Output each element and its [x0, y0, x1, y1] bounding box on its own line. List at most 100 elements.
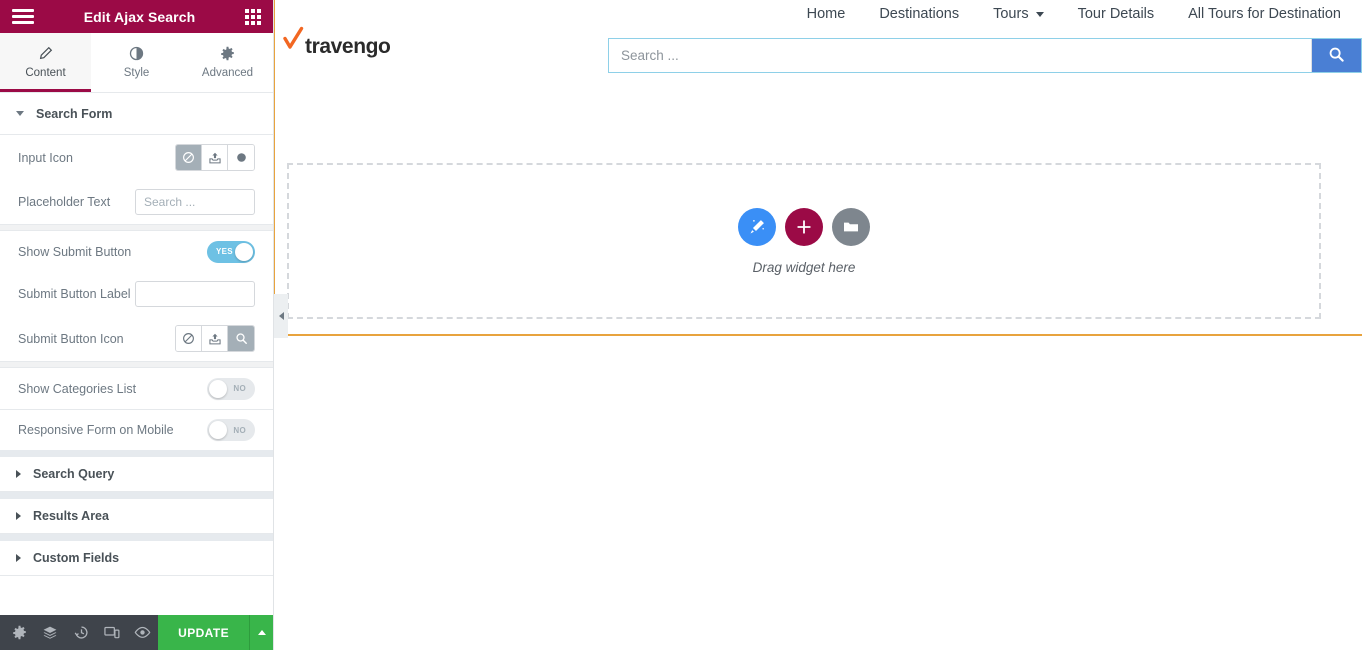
nav-item-tours[interactable]: Tours — [976, 6, 1060, 22]
gear-icon — [220, 46, 235, 61]
nav-item-tour-details-label: Tour Details — [1077, 6, 1155, 22]
input-icon-choices — [175, 144, 255, 171]
control-input-icon-label: Input Icon — [18, 150, 73, 165]
section-custom-fields[interactable]: Custom Fields — [0, 534, 273, 576]
chevron-right-icon — [16, 470, 21, 478]
orange-check-icon — [282, 26, 304, 58]
history-clock-icon[interactable] — [66, 615, 97, 650]
show-categories-list-state: NO — [233, 384, 246, 393]
preview-canvas: travengo Home Destinations Tours Tour De… — [274, 0, 1362, 650]
tab-advanced-label: Advanced — [201, 67, 254, 79]
nav-item-all-tours-label: All Tours for Destination — [1188, 6, 1341, 22]
none-icon[interactable] — [176, 326, 202, 351]
dropzone-actions — [738, 207, 870, 246]
control-divider — [0, 224, 273, 231]
control-responsive-form-on-mobile-label: Responsive Form on Mobile — [18, 423, 174, 437]
chevron-down-icon — [16, 111, 24, 116]
ajax-search-form — [608, 38, 1362, 73]
chevron-left-icon — [278, 312, 284, 320]
tab-style-label: Style — [123, 67, 150, 79]
submit-button-icon-choices — [175, 325, 255, 352]
nav-item-home-label: Home — [806, 6, 846, 22]
responsive-form-on-mobile-state: NO — [233, 425, 246, 435]
widgets-grid-icon[interactable] — [245, 8, 261, 25]
hamburger-menu-icon[interactable] — [12, 9, 34, 24]
section-search-query-label: Search Query — [33, 467, 115, 481]
nav-item-tour-details[interactable]: Tour Details — [1061, 6, 1172, 22]
section-search-query[interactable]: Search Query — [0, 450, 273, 492]
site-nav: Home Destinations Tours Tour Details All… — [790, 6, 1358, 22]
control-submit-button-icon: Submit Button Icon — [0, 316, 273, 361]
responsive-mode-icon[interactable] — [96, 615, 127, 650]
toggle-knob — [209, 421, 227, 439]
panel-title: Edit Ajax Search — [83, 8, 196, 25]
tab-style[interactable]: Style — [91, 33, 182, 92]
toggle-knob — [235, 242, 253, 261]
none-icon[interactable] — [176, 145, 202, 170]
show-categories-list-toggle[interactable]: NO — [207, 377, 255, 400]
upload-media-icon[interactable] — [202, 326, 228, 351]
add-template-magic-icon[interactable] — [738, 207, 776, 246]
update-group: UPDATE — [158, 615, 273, 650]
add-folder-icon[interactable] — [832, 207, 870, 246]
site-logo[interactable]: travengo — [282, 26, 391, 59]
contrast-circle-icon — [129, 46, 144, 61]
search-input[interactable] — [609, 39, 1312, 72]
icon-library-circle-icon[interactable] — [228, 145, 254, 170]
settings-gear-icon[interactable] — [4, 615, 35, 650]
elementor-editor: Edit Ajax Search Content Style Advanced … — [0, 0, 1362, 650]
show-submit-button-state: YES — [216, 247, 233, 256]
editor-panel: Edit Ajax Search Content Style Advanced … — [0, 0, 274, 650]
submit-button-label-input[interactable] — [135, 281, 255, 307]
chevron-right-icon — [16, 512, 21, 520]
update-options-chevron-up-icon[interactable] — [249, 615, 273, 650]
preview-eye-icon[interactable] — [127, 615, 158, 650]
responsive-form-on-mobile-toggle[interactable]: NO — [207, 419, 255, 441]
control-show-submit-button: Show Submit Button YES — [0, 231, 273, 272]
tab-content[interactable]: Content — [0, 33, 91, 92]
pencil-icon — [38, 46, 53, 61]
panel-header: Edit Ajax Search — [0, 0, 273, 33]
panel-collapse-handle[interactable] — [274, 294, 288, 338]
show-submit-button-toggle[interactable]: YES — [207, 240, 255, 263]
nav-item-destinations[interactable]: Destinations — [862, 6, 976, 22]
control-input-icon: Input Icon — [0, 135, 273, 180]
nav-item-tours-label: Tours — [993, 6, 1029, 22]
search-magnifier-icon — [1328, 46, 1345, 66]
control-submit-button-label-label: Submit Button Label — [18, 287, 131, 301]
control-placeholder-text-label: Placeholder Text — [18, 195, 111, 209]
dropzone-label: Drag widget here — [752, 259, 856, 275]
panel-body: Search Form Input Icon Placeholder Text … — [0, 93, 273, 615]
control-show-categories-list: Show Categories List NO — [0, 368, 273, 409]
section-search-form-label: Search Form — [36, 106, 113, 121]
chevron-right-icon — [16, 554, 21, 562]
navigator-layers-icon[interactable] — [35, 615, 66, 650]
placeholder-text-input[interactable] — [135, 189, 255, 215]
search-magnifier-icon[interactable] — [228, 326, 254, 351]
control-show-categories-list-label: Show Categories List — [18, 381, 137, 396]
nav-item-home[interactable]: Home — [790, 6, 863, 22]
control-divider — [0, 361, 273, 368]
panel-footer: UPDATE — [0, 615, 273, 650]
section-results-area[interactable]: Results Area — [0, 492, 273, 534]
chevron-down-icon — [1035, 11, 1044, 17]
section-search-form[interactable]: Search Form — [0, 93, 273, 135]
upload-media-icon[interactable] — [202, 145, 228, 170]
control-placeholder-text: Placeholder Text — [0, 180, 273, 224]
tab-advanced[interactable]: Advanced — [182, 33, 273, 92]
add-section-plus-icon[interactable] — [785, 207, 823, 246]
search-submit-button[interactable] — [1312, 39, 1361, 72]
control-submit-button-icon-label: Submit Button Icon — [18, 331, 124, 346]
nav-item-destinations-label: Destinations — [879, 6, 960, 22]
control-responsive-form-on-mobile: Responsive Form on Mobile NO — [0, 409, 273, 450]
update-button[interactable]: UPDATE — [158, 615, 249, 650]
control-submit-button-label: Submit Button Label — [0, 272, 273, 316]
nav-item-all-tours-for-destination[interactable]: All Tours for Destination — [1171, 6, 1358, 22]
toggle-knob — [209, 379, 227, 398]
section-outline-bottom — [274, 334, 1362, 336]
drag-widget-dropzone[interactable]: Drag widget here — [287, 163, 1321, 319]
control-show-submit-button-label: Show Submit Button — [18, 244, 132, 259]
panel-tabs: Content Style Advanced — [0, 33, 273, 93]
section-custom-fields-label: Custom Fields — [33, 551, 120, 565]
section-results-area-label: Results Area — [33, 509, 109, 523]
